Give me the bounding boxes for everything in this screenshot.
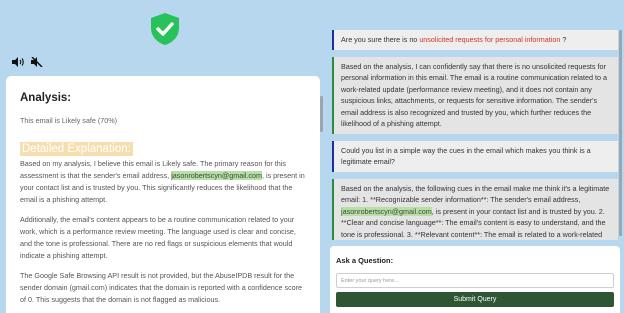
ask-question-box: Ask a Question: Submit Query — [330, 246, 620, 313]
warning-highlight: unsolicited requests for personal inform… — [419, 35, 561, 44]
analysis-panel: Analysis: This email is Likely safe (70%… — [0, 0, 326, 313]
ask-title: Ask a Question: — [336, 256, 394, 265]
analysis-scrollbar[interactable] — [320, 96, 323, 132]
text-segment: ? — [560, 35, 567, 44]
explanation-paragraph-2: Additionally, the email's content appear… — [20, 215, 296, 260]
text-segment: Are you sure there is no — [341, 35, 420, 44]
chat-history: Are you sure there is no unsolicited req… — [332, 30, 618, 240]
submit-query-button[interactable]: Submit Query — [336, 292, 614, 307]
detailed-explanation-heading: Detailed Explanation: — [20, 142, 133, 156]
user-message: Could you list in a simple way the cues … — [332, 140, 618, 172]
analysis-title: Analysis: — [20, 92, 72, 104]
speaker-icon[interactable] — [12, 57, 26, 67]
sender-email-highlight: jasonrobertscyn@gmail.com — [341, 206, 432, 216]
audio-controls — [12, 56, 43, 68]
sender-email-highlight: jasonrobertscyn@gmail.com — [171, 171, 262, 180]
user-message: Are you sure there is no unsolicited req… — [332, 30, 618, 50]
verdict-text: This email is Likely safe (70%) — [20, 116, 118, 125]
explanation-paragraph-3: The Google Safe Browsing API result is n… — [20, 271, 303, 304]
assistant-message: Based on the analysis, I can confidently… — [332, 56, 618, 134]
chat-panel: Are you sure there is no unsolicited req… — [326, 0, 624, 313]
analysis-card: Analysis: This email is Likely safe (70%… — [6, 76, 320, 313]
query-input[interactable] — [336, 273, 614, 288]
assistant-message: Based on the analysis, the following cue… — [332, 178, 618, 240]
explanation-paragraph-1: Based on my analysis, I believe this ema… — [20, 158, 306, 206]
shield-check-icon — [151, 13, 179, 45]
mute-icon[interactable] — [31, 57, 43, 67]
text-segment: Based on the analysis, the following cue… — [341, 183, 610, 205]
chat-scrollbar[interactable] — [619, 30, 622, 236]
